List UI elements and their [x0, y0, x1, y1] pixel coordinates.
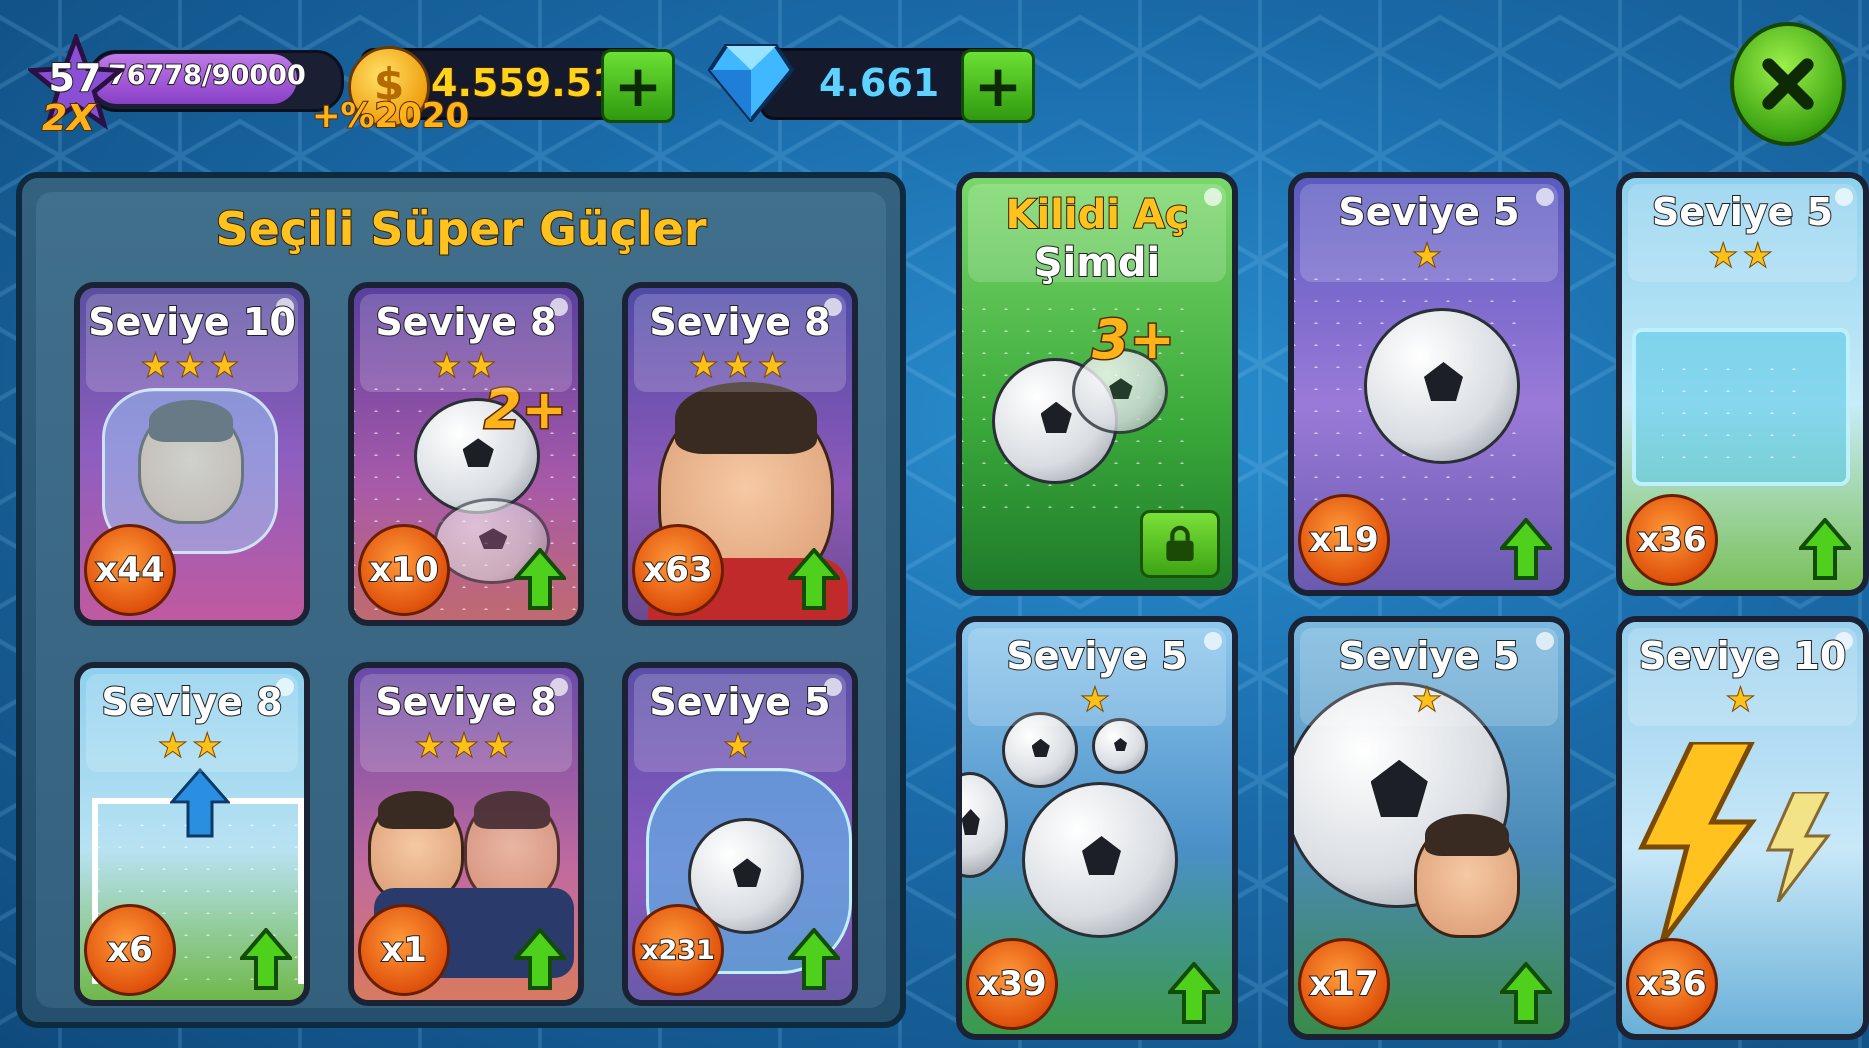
star-rating-icon: ★★★	[688, 346, 792, 387]
card-count: x44	[84, 524, 176, 616]
card-count: x17	[1298, 938, 1390, 1030]
card-level: Seviye 5	[1337, 189, 1520, 235]
card-level: Seviye 5	[1005, 633, 1188, 679]
coin-bonus: +%2020	[311, 95, 470, 137]
power-card[interactable]: Seviye 5 ★ x19	[1288, 172, 1570, 596]
xp-multiplier: 2X	[41, 97, 96, 140]
star-rating-icon: ★★	[157, 726, 227, 767]
upgrade-arrow-icon[interactable]	[1497, 960, 1555, 1024]
star-rating-icon: ★	[1725, 680, 1760, 721]
card-level: Seviye 8	[374, 679, 557, 725]
upgrade-arrow-icon[interactable]	[785, 926, 843, 990]
power-card[interactable]: Seviye 10 ★★★ x44	[74, 282, 310, 626]
power-card[interactable]: Seviye 5 ★★ x36	[1616, 172, 1869, 596]
card-count: x36	[1626, 494, 1718, 586]
card-level: Seviye 10	[87, 299, 297, 345]
star-rating-icon: ★	[1079, 680, 1115, 721]
add-coins-button[interactable]: +	[601, 49, 675, 123]
power-card[interactable]: Seviye 5 ★ x17	[1288, 616, 1570, 1040]
card-level: Seviye 5	[1337, 633, 1520, 679]
upgrade-arrow-icon[interactable]	[237, 926, 295, 990]
player-level: 57	[48, 55, 103, 101]
add-gems-button[interactable]: +	[961, 49, 1035, 123]
card-level: Seviye 8	[100, 679, 283, 725]
card-level: Seviye 10	[1638, 633, 1848, 679]
star-rating-icon: ★★★	[414, 726, 518, 767]
unlock-subtitle: Şimdi	[1033, 239, 1162, 287]
xp-text: 76778/90000	[107, 59, 307, 92]
upgrade-arrow-icon[interactable]	[1497, 516, 1555, 580]
star-rating-icon: ★★	[1708, 236, 1777, 277]
upgrade-arrow-icon[interactable]	[1796, 516, 1854, 580]
unlock-button[interactable]	[1140, 510, 1220, 578]
star-rating-icon: ★	[1411, 236, 1447, 277]
card-level: Seviye 5	[648, 679, 831, 725]
card-count: x6	[84, 904, 176, 996]
star-rating-icon: ★★	[431, 346, 501, 387]
locked-power-card[interactable]: 3+ Kilidi Aç Şimdi	[956, 172, 1238, 596]
star-rating-icon: ★★★	[140, 346, 244, 387]
card-count: x39	[966, 938, 1058, 1030]
gem-counter: 4.661 +	[760, 48, 1035, 123]
card-count: x63	[632, 524, 724, 616]
power-card[interactable]: Seviye 8 ★★★ x63	[622, 282, 858, 626]
power-card[interactable]: Seviye 8 ★★ x6	[74, 662, 310, 1006]
gem-value: 4.661	[818, 60, 940, 106]
close-icon	[1762, 58, 1814, 110]
unlock-title: Kilidi Aç	[1004, 191, 1189, 239]
power-card[interactable]: Seviye 10 ★ x36	[1616, 616, 1869, 1040]
power-card[interactable]: Seviye 5 ★ x231	[622, 662, 858, 1006]
lock-icon	[1166, 525, 1194, 561]
close-button[interactable]	[1730, 22, 1846, 146]
upgrade-arrow-icon[interactable]	[511, 926, 569, 990]
card-level: Seviye 8	[374, 299, 557, 345]
card-level: Seviye 5	[1651, 189, 1834, 235]
star-rating-icon: ★	[722, 726, 758, 767]
star-rating-icon: ★	[1411, 680, 1447, 721]
upgrade-arrow-icon[interactable]	[1165, 960, 1223, 1024]
card-count: x19	[1298, 494, 1390, 586]
upgrade-arrow-icon[interactable]	[511, 546, 569, 610]
upgrade-arrow-icon[interactable]	[785, 546, 843, 610]
card-count: x10	[358, 524, 450, 616]
diamond-icon	[707, 40, 795, 124]
power-card[interactable]: Seviye 5 ★ x39	[956, 616, 1238, 1040]
card-level: Seviye 8	[648, 299, 831, 345]
card-count: x231	[632, 904, 724, 996]
power-card[interactable]: 2+ Seviye 8 ★★ x10	[348, 282, 584, 626]
power-card[interactable]: Seviye 8 ★★★ x1	[348, 662, 584, 1006]
card-count: x1	[358, 904, 450, 996]
triple-badge: 3+	[1091, 307, 1177, 373]
panel-title: Seçili Süper Güçler	[214, 201, 707, 257]
card-count: x36	[1626, 938, 1718, 1030]
xp-bar[interactable]: 76778/90000 57 2X	[25, 31, 344, 140]
